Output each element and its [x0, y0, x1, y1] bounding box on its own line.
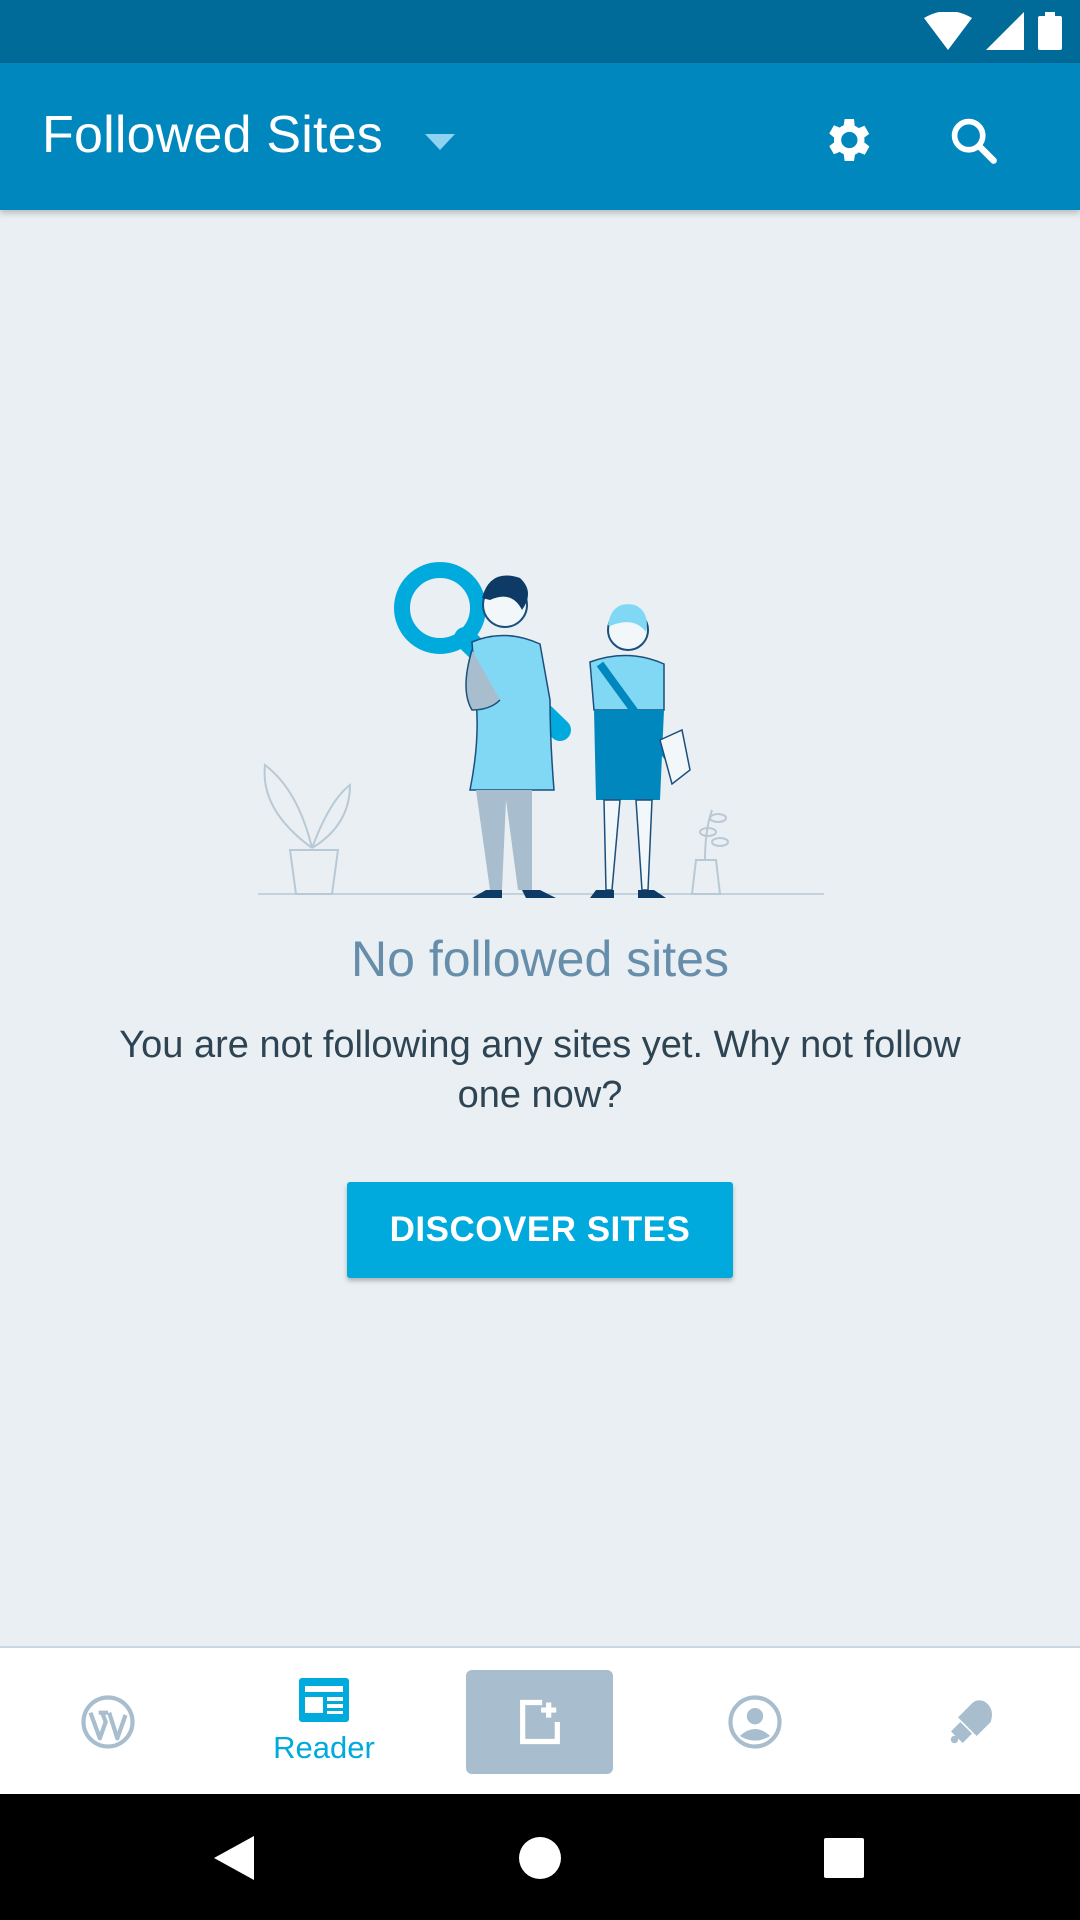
recents-icon[interactable]: [824, 1838, 864, 1878]
notifications-bell-icon: [950, 1700, 992, 1744]
home-icon[interactable]: [518, 1836, 562, 1880]
reader-icon: [299, 1678, 349, 1722]
page-title[interactable]: Followed Sites: [42, 105, 383, 165]
cellular-signal-icon: [986, 12, 1024, 50]
write-post-icon: [519, 1699, 560, 1745]
nav-item-profile[interactable]: [695, 1648, 815, 1796]
nav-item-reader[interactable]: Reader: [254, 1648, 394, 1796]
empty-state-illustration: [258, 562, 824, 898]
discover-sites-button[interactable]: DISCOVER SITES: [347, 1182, 733, 1278]
status-icons: [924, 12, 1062, 50]
empty-state-title: No followed sites: [351, 931, 729, 987]
settings-button[interactable]: [814, 107, 880, 173]
main-content: No followed sites You are not following …: [0, 210, 1080, 1646]
nav-item-write-post[interactable]: [466, 1670, 613, 1774]
empty-state-description: You are not following any sites yet. Why…: [119, 1024, 961, 1116]
bottom-navigation: Reader: [0, 1646, 1080, 1796]
battery-icon: [1038, 12, 1062, 50]
nav-label-reader: Reader: [273, 1730, 375, 1765]
chevron-down-icon[interactable]: [420, 127, 460, 157]
gear-icon: [829, 119, 870, 161]
profile-icon: [728, 1695, 782, 1749]
back-icon[interactable]: [214, 1836, 256, 1880]
search-icon: [951, 118, 997, 164]
nav-item-my-site[interactable]: [48, 1648, 168, 1796]
nav-item-notifications[interactable]: [912, 1648, 1032, 1796]
system-navigation-bar: [0, 1794, 1080, 1920]
app-bar: Followed Sites: [0, 63, 1080, 210]
search-button[interactable]: [940, 107, 1006, 173]
wordpress-icon: [81, 1695, 135, 1749]
wifi-icon: [924, 12, 972, 50]
status-bar: [0, 0, 1080, 63]
